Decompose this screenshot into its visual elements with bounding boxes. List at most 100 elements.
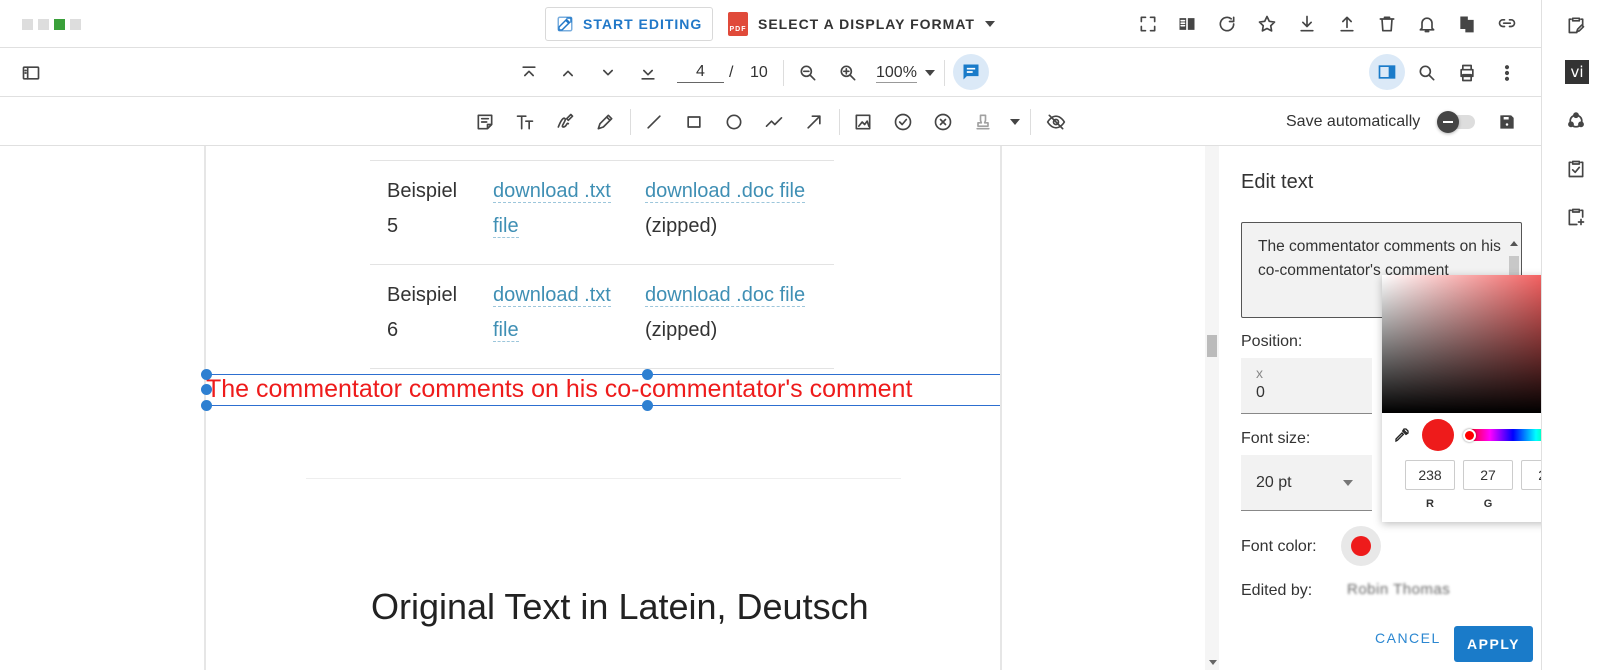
hide-annotations-icon[interactable] xyxy=(1045,111,1067,133)
logo-block xyxy=(38,19,49,30)
green-label: G xyxy=(1483,498,1493,510)
position-x-value: 0 xyxy=(1256,384,1265,401)
download-doc-link[interactable]: download .doc file xyxy=(645,180,806,203)
scroll-down-icon[interactable] xyxy=(1209,660,1217,665)
logo-block xyxy=(70,19,81,30)
zoom-select[interactable]: 100% xyxy=(876,62,935,84)
page-number-input[interactable]: 4 xyxy=(677,63,724,83)
hue-slider-knob[interactable] xyxy=(1463,429,1476,442)
position-label: Position: xyxy=(1241,333,1303,350)
note-icon[interactable] xyxy=(474,111,496,133)
resize-handle[interactable] xyxy=(201,400,212,411)
display-format-label: SELECT A DISPLAY FORMAT xyxy=(758,16,975,32)
resize-handle[interactable] xyxy=(201,369,212,380)
clipboard-add-icon[interactable] xyxy=(1565,206,1587,228)
fullscreen-icon[interactable] xyxy=(1137,13,1159,35)
download-icon[interactable] xyxy=(1296,13,1318,35)
download-txt-link[interactable]: file xyxy=(493,215,519,238)
star-icon[interactable] xyxy=(1256,13,1278,35)
book-view-icon[interactable] xyxy=(1176,13,1198,35)
document-scrollbar[interactable] xyxy=(1205,146,1219,670)
signature-icon[interactable] xyxy=(554,111,576,133)
edited-by-label: Edited by: xyxy=(1241,582,1313,599)
zoom-in-icon[interactable] xyxy=(837,62,859,84)
table-divider xyxy=(370,368,834,369)
line-icon[interactable] xyxy=(643,111,665,133)
red-input[interactable]: 238 xyxy=(1405,460,1455,490)
position-x-label: x xyxy=(1256,365,1263,381)
font-size-value: 20 pt xyxy=(1256,474,1292,491)
annotation-text-value: The commentator comments on his co-comme… xyxy=(1258,238,1501,279)
image-icon[interactable] xyxy=(852,111,874,133)
print-icon[interactable] xyxy=(1456,62,1478,84)
first-page-icon[interactable] xyxy=(518,62,540,84)
save-icon[interactable] xyxy=(1496,111,1518,133)
start-editing-button[interactable]: START EDITING xyxy=(545,7,713,41)
edit-icon xyxy=(557,16,573,32)
divider xyxy=(944,60,945,86)
eyedropper-icon[interactable] xyxy=(1394,427,1410,443)
comment-icon xyxy=(963,64,979,80)
text-annotation[interactable]: The commentator comments on his co-comme… xyxy=(206,375,912,404)
download-txt-link[interactable]: download .txt xyxy=(493,284,611,307)
clipboard-edit-icon[interactable] xyxy=(1565,14,1587,36)
cancel-button[interactable]: CANCEL xyxy=(1375,630,1441,646)
link-icon[interactable] xyxy=(1496,13,1518,35)
page-separator: / xyxy=(729,64,734,81)
cross-stamp-icon[interactable] xyxy=(932,111,954,133)
more-options-icon[interactable] xyxy=(1496,62,1518,84)
rectangle-icon[interactable] xyxy=(683,111,705,133)
zoom-out-icon[interactable] xyxy=(797,62,819,84)
download-doc-link[interactable]: download .doc file xyxy=(645,284,806,307)
vi-app-icon[interactable]: vi xyxy=(1565,60,1589,84)
zoom-value: 100% xyxy=(876,63,917,83)
download-txt-link[interactable]: download .txt xyxy=(493,180,611,203)
stamp-icon[interactable] xyxy=(972,111,994,133)
resize-handle[interactable] xyxy=(642,369,653,380)
scrollbar-thumb[interactable] xyxy=(1207,335,1217,357)
download-txt-link[interactable]: file xyxy=(493,319,519,342)
refresh-icon[interactable] xyxy=(1216,13,1238,35)
resize-handle[interactable] xyxy=(201,384,212,395)
row-label-number: 5 xyxy=(387,215,399,237)
comments-toggle-button[interactable] xyxy=(953,54,989,90)
last-page-icon[interactable] xyxy=(637,62,659,84)
bell-icon[interactable] xyxy=(1416,13,1438,35)
font-color-swatch xyxy=(1351,536,1371,556)
caret-down-icon[interactable] xyxy=(1010,119,1020,125)
upload-icon[interactable] xyxy=(1336,13,1358,35)
document-heading: Original Text in Latein, Deutsch xyxy=(371,586,869,627)
next-page-icon[interactable] xyxy=(597,62,619,84)
font-color-label: Font color: xyxy=(1241,538,1317,555)
row-label: Beispiel xyxy=(387,284,458,306)
previous-page-icon[interactable] xyxy=(557,62,579,84)
side-panel-toggle-button[interactable] xyxy=(1369,54,1405,90)
search-icon[interactable] xyxy=(1416,62,1438,84)
zipped-note: (zipped) xyxy=(645,215,718,237)
display-format-button[interactable]: PDF SELECT A DISPLAY FORMAT xyxy=(728,9,995,39)
red-label: R xyxy=(1426,498,1434,510)
copy-document-icon[interactable] xyxy=(1456,13,1478,35)
sidebar-toggle-icon[interactable] xyxy=(20,62,42,84)
share-cycle-icon[interactable] xyxy=(1565,110,1587,132)
textarea-scroll-up-icon[interactable] xyxy=(1510,241,1518,246)
caret-down-icon xyxy=(984,21,995,27)
selection-bottom-edge xyxy=(206,405,1000,406)
annotation-toolbar: Save automatically xyxy=(0,97,1541,146)
toggle-knob[interactable] xyxy=(1437,111,1459,133)
green-input[interactable]: 27 xyxy=(1463,460,1513,490)
text-icon[interactable] xyxy=(514,111,536,133)
pen-icon[interactable] xyxy=(594,111,616,133)
check-stamp-icon[interactable] xyxy=(892,111,914,133)
arrow-icon[interactable] xyxy=(803,111,825,133)
clipboard-check-icon[interactable] xyxy=(1565,158,1587,180)
apply-button[interactable]: APPLY xyxy=(1454,626,1533,662)
ellipse-icon[interactable] xyxy=(723,111,745,133)
resize-handle[interactable] xyxy=(642,400,653,411)
zipped-note: (zipped) xyxy=(645,319,718,341)
caret-down-icon xyxy=(1343,480,1353,486)
divider xyxy=(630,109,631,135)
document-viewer[interactable]: Beispiel 5 download .txt file download .… xyxy=(0,146,1222,670)
polyline-icon[interactable] xyxy=(763,111,785,133)
delete-icon[interactable] xyxy=(1376,13,1398,35)
